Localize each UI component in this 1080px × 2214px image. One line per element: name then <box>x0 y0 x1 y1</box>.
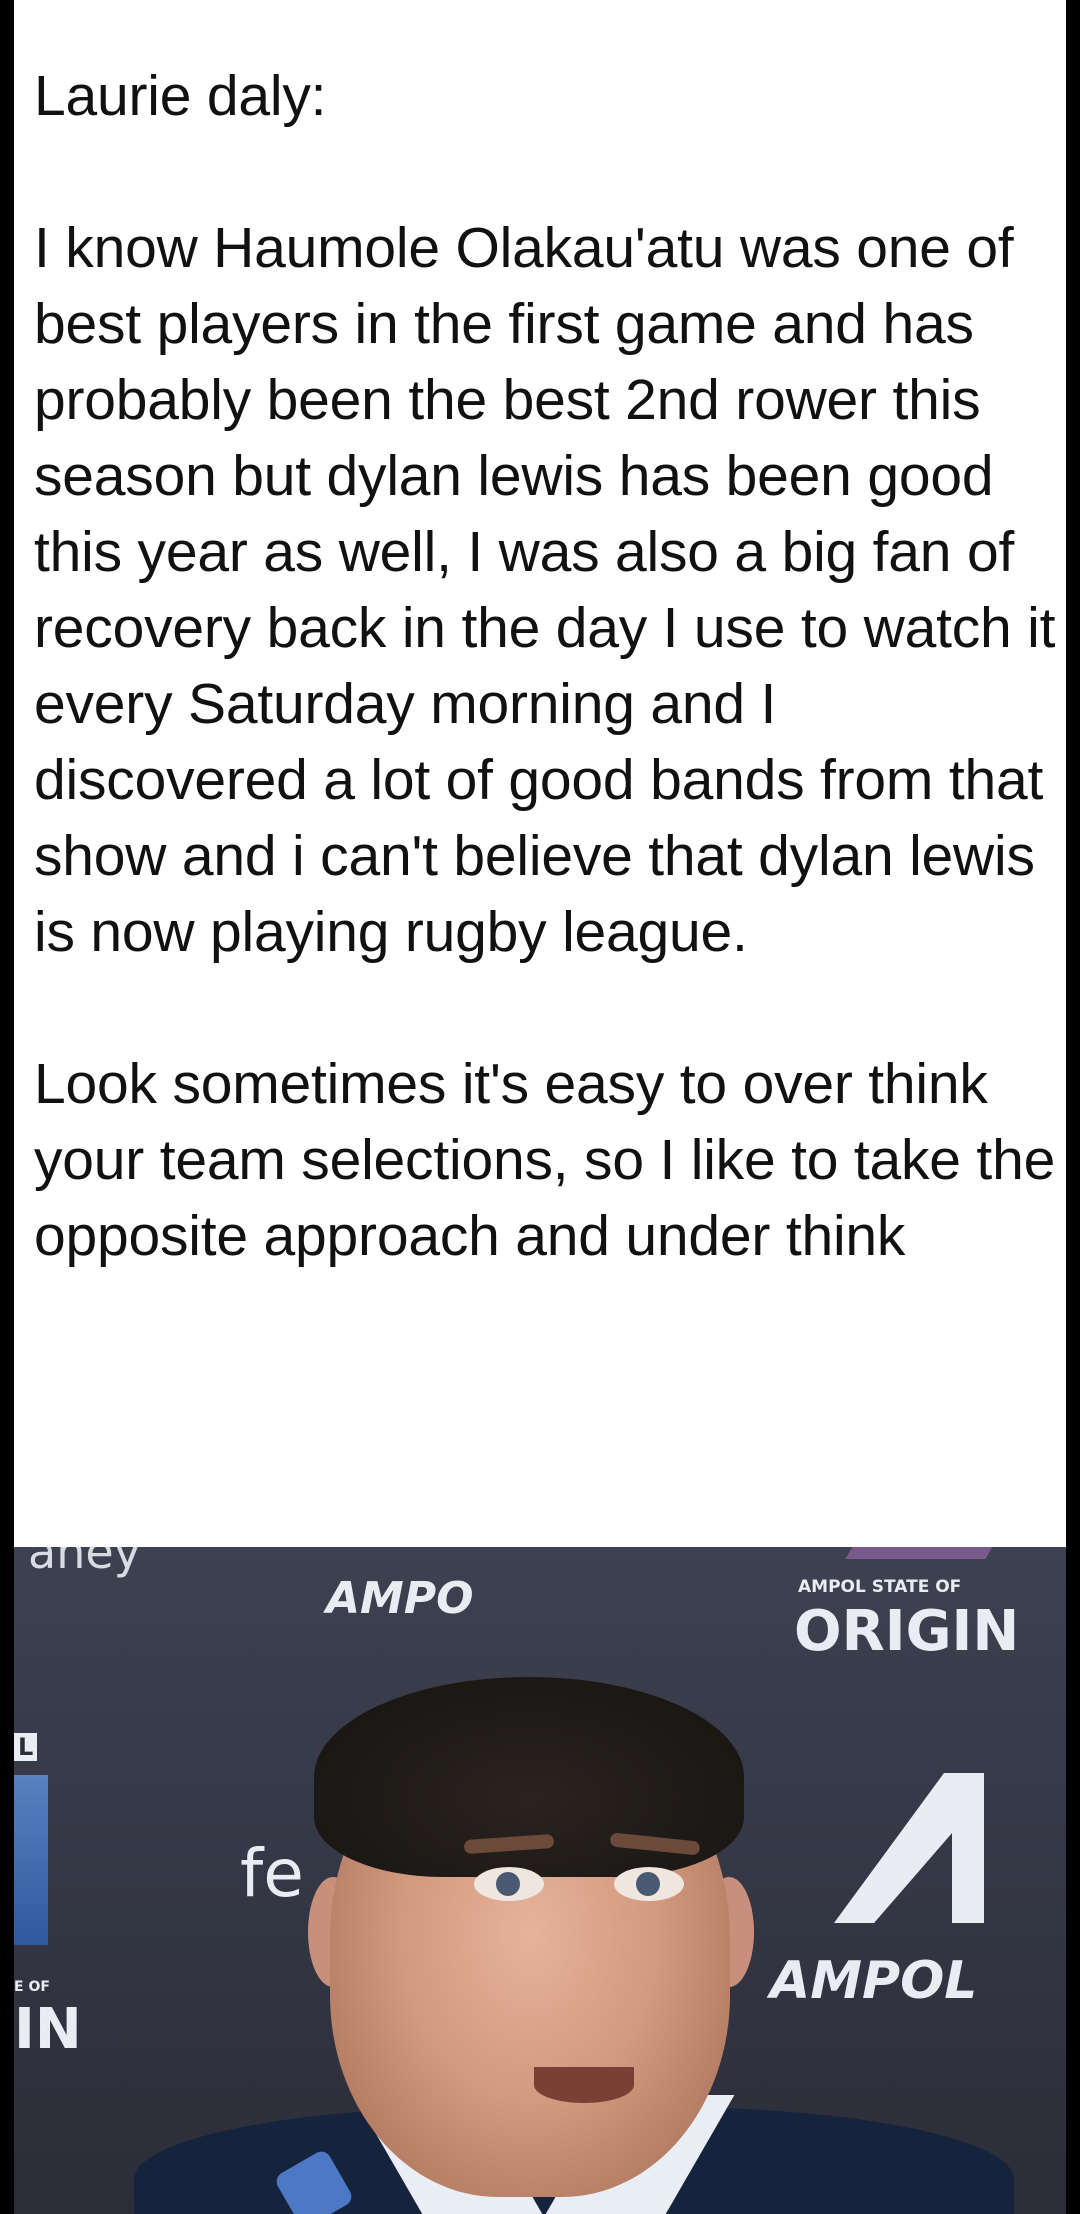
backdrop-text-fe: fe <box>240 1835 304 1912</box>
backdrop-text-ampol-top: AMPO <box>326 1573 474 1624</box>
eye-left <box>474 1867 544 1901</box>
backdrop-text-l: L <box>14 1733 38 1761</box>
paragraph-2: Look sometimes it's easy to over think y… <box>34 1052 1056 1268</box>
backdrop-text-origin: ORIGIN <box>794 1599 1020 1664</box>
backdrop-text-e-of: E OF <box>14 1979 50 1995</box>
post-frame: Laurie daly: I know Haumole Olakau'atu w… <box>14 0 1066 2214</box>
ampol-a-logo-icon <box>834 1773 984 1923</box>
post-text: Laurie daly: I know Haumole Olakau'atu w… <box>34 58 1064 1274</box>
backdrop-text-sydney: aney <box>28 1547 141 1579</box>
nsw-logo-icon <box>14 1775 48 1945</box>
backdrop-text-state-of: AMPOL STATE OF <box>798 1577 962 1597</box>
author-line: Laurie daly: <box>34 64 327 128</box>
backdrop-text-ampol: AMPOL <box>770 1951 978 2011</box>
backdrop-text-in: IN <box>14 1997 82 2062</box>
backdrop-accent-stripe <box>845 1547 995 1559</box>
eye-right <box>614 1867 684 1901</box>
press-conference-photo: aney AMPO AMPOL STATE OF ORIGIN fe AMPOL… <box>14 1547 1066 2214</box>
mouth <box>534 2067 634 2103</box>
paragraph-1: I know Haumole Olakau'atu was one of bes… <box>34 216 1056 964</box>
